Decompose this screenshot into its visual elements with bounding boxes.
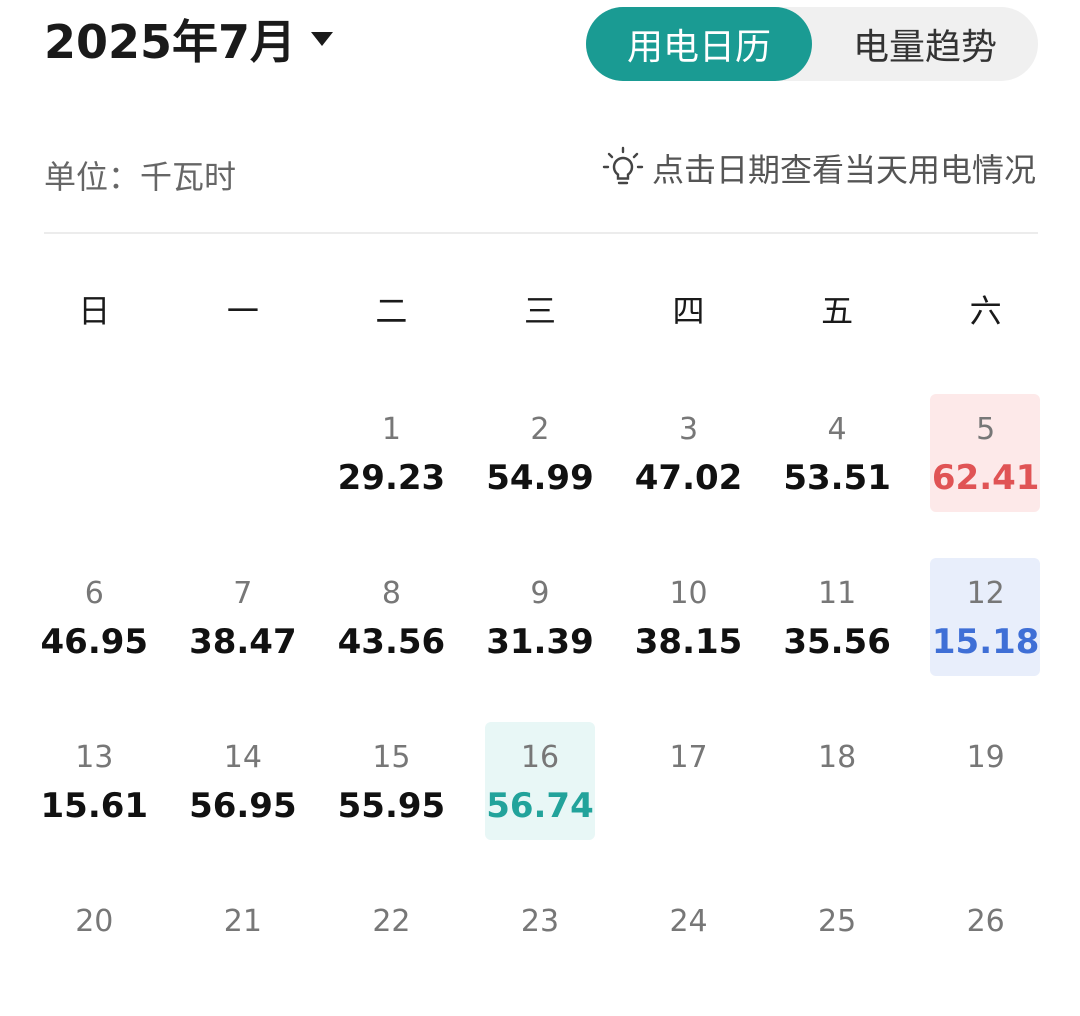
day-usage-value: 38.15	[634, 622, 743, 662]
calendar-week: 13 15.61 14 56.95 15 55.95 16 56.74 17 18 19	[20, 722, 1060, 886]
calendar-day-cell[interactable]: 18	[763, 722, 912, 886]
weekday-label: 一	[226, 292, 259, 330]
weekday-label: 二	[375, 292, 408, 330]
calendar-day-cell[interactable]: 20	[20, 886, 169, 1016]
calendar-empty-cell	[169, 394, 318, 558]
day-usage-value: 35.56	[783, 622, 891, 662]
caret-down-icon	[310, 31, 334, 47]
day-number: 26	[966, 904, 1005, 939]
day-usage-value: 56.74	[486, 786, 594, 826]
tab-electricity-calendar[interactable]: 用电日历	[586, 7, 812, 81]
calendar-day-cell[interactable]: 19	[911, 722, 1060, 886]
day-number: 24	[669, 904, 708, 939]
calendar-day-cell[interactable]: 26	[911, 886, 1060, 1016]
day-number: 25	[818, 904, 857, 939]
calendar-empty-cell	[20, 394, 169, 558]
day-number: 5	[976, 412, 996, 447]
day-usage-value: 29.23	[337, 458, 446, 498]
day-number: 2	[530, 412, 550, 447]
divider	[44, 232, 1038, 234]
calendar-day-cell[interactable]: 11 35.56	[763, 558, 912, 722]
day-usage-value: 15.61	[40, 786, 149, 826]
weekday-label: 日	[78, 292, 111, 330]
day-number: 13	[75, 740, 114, 775]
calendar-day-cell[interactable]: 17	[614, 722, 763, 886]
day-number: 9	[530, 576, 550, 611]
day-usage-value: 55.95	[337, 786, 446, 826]
calendar-day-cell[interactable]: 22	[317, 886, 466, 1016]
calendar-day-cell[interactable]: 3 47.02	[614, 394, 763, 558]
calendar-day-cell[interactable]: 16 56.74	[466, 722, 615, 886]
day-usage-value: 46.95	[40, 622, 149, 662]
day-number: 10	[669, 576, 708, 611]
month-picker[interactable]: 2025年7月	[44, 6, 334, 72]
view-toggle: 用电日历 电量趋势	[586, 7, 1038, 81]
calendar-day-cell[interactable]: 13 15.61	[20, 722, 169, 886]
calendar-day-cell[interactable]: 14 56.95	[169, 722, 318, 886]
lightbulb-icon	[602, 146, 644, 190]
day-usage-value: 43.56	[337, 622, 446, 662]
calendar-day-cell[interactable]: 15 55.95	[317, 722, 466, 886]
day-number: 21	[223, 904, 262, 939]
day-usage-value: 53.51	[783, 458, 891, 498]
weekday-label: 五	[821, 292, 854, 330]
day-number: 12	[966, 576, 1005, 611]
calendar-week: 20 21 22 23 24 25 26	[20, 886, 1060, 1016]
calendar-day-cell[interactable]: 8 43.56	[317, 558, 466, 722]
calendar-day-cell[interactable]: 10 38.15	[614, 558, 763, 722]
calendar-day-cell[interactable]: 24	[614, 886, 763, 1016]
calendar-day-cell[interactable]: 5 62.41	[911, 394, 1060, 558]
day-usage-value: 38.47	[189, 622, 297, 662]
calendar-day-cell[interactable]: 12 15.18	[911, 558, 1060, 722]
tap-hint: 点击日期查看当天用电情况	[602, 145, 1036, 191]
calendar-day-cell[interactable]: 2 54.99	[466, 394, 615, 558]
day-usage-value: 62.41	[931, 458, 1040, 498]
day-number: 23	[520, 904, 560, 939]
calendar-day-cell[interactable]: 21	[169, 886, 318, 1016]
day-number: 4	[827, 412, 847, 447]
month-title: 2025年7月	[44, 15, 297, 69]
calendar-day-cell[interactable]: 23	[466, 886, 615, 1016]
day-number: 11	[818, 576, 857, 611]
calendar-day-cell[interactable]: 4 53.51	[763, 394, 912, 558]
day-number: 3	[678, 412, 699, 447]
calendar-day-cell[interactable]: 7 38.47	[169, 558, 318, 722]
calendar-week: 1 29.23 2 54.99 3 47.02 4 53.51 5 62.41	[20, 394, 1060, 558]
day-number: 6	[84, 576, 104, 611]
weekday-label: 三	[523, 292, 556, 330]
calendar-week: 6 46.95 7 38.47 8 43.56 9 31.39 10 38.15 11 35.56 12…	[20, 558, 1060, 722]
day-number: 22	[372, 904, 411, 939]
weekday-label: 四	[672, 292, 705, 330]
day-usage-value: 47.02	[634, 458, 743, 498]
hint-text: 点击日期查看当天用电情况	[651, 151, 1036, 189]
tab-usage-trend[interactable]: 电量趋势	[812, 7, 1038, 81]
calendar-day-cell[interactable]: 9 31.39	[466, 558, 615, 722]
day-number: 17	[669, 740, 708, 775]
calendar-day-cell[interactable]: 6 46.95	[20, 558, 169, 722]
weekday-header: 日 一 二 三 四 五 六	[20, 286, 1060, 332]
day-number: 7	[233, 576, 253, 611]
day-number: 19	[966, 740, 1005, 775]
day-number: 14	[223, 740, 262, 775]
unit-label: 单位：千瓦时	[44, 158, 237, 196]
day-usage-value: 56.95	[189, 786, 297, 826]
day-number: 16	[520, 740, 560, 775]
day-usage-value: 31.39	[486, 622, 594, 662]
electricity-calendar-page: 2025年7月 用电日历 电量趋势 单位：千瓦时 点击日期查看当天用电情况 日 …	[0, 0, 1080, 1016]
calendar-day-cell[interactable]: 1 29.23	[317, 394, 466, 558]
calendar-grid: 1 29.23 2 54.99 3 47.02 4 53.51 5 62.41 6 46.95 7 38.…	[20, 394, 1060, 1016]
calendar-day-cell[interactable]: 25	[763, 886, 912, 1016]
weekday-label: 六	[969, 292, 1002, 330]
day-number: 1	[381, 412, 401, 447]
day-number: 18	[818, 740, 857, 775]
day-number: 20	[75, 904, 114, 939]
day-usage-value: 15.18	[931, 622, 1040, 662]
day-number: 15	[372, 740, 411, 775]
day-number: 8	[381, 576, 401, 611]
day-usage-value: 54.99	[486, 458, 594, 498]
